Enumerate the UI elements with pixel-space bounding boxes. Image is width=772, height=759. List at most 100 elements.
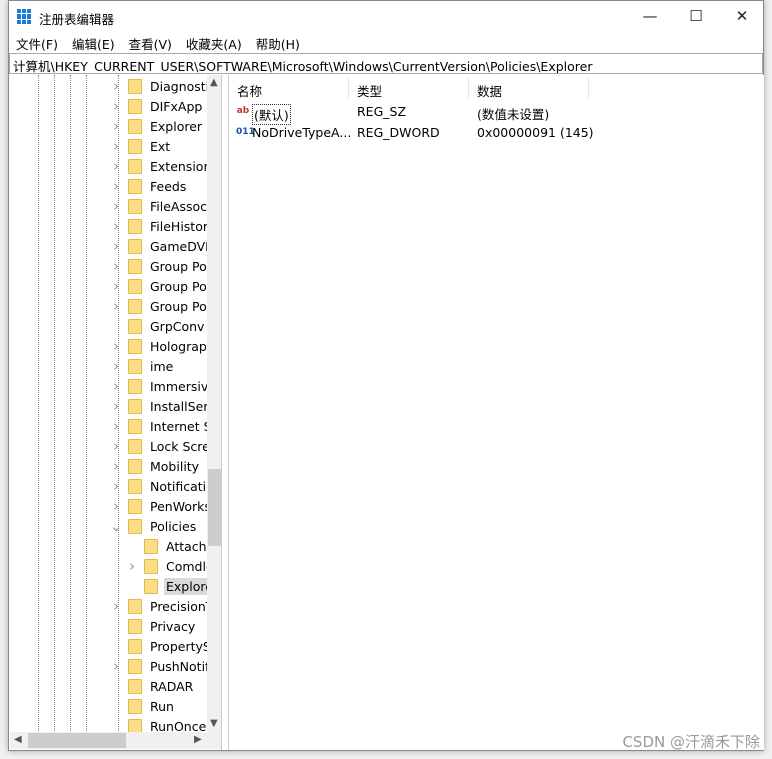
tree-node[interactable]: › DIFxApp [110, 96, 204, 116]
menu-file[interactable]: 文件(F) [9, 31, 65, 52]
window-title: 注册表编辑器 [39, 12, 115, 27]
tree-node[interactable]: › InstallServ [110, 396, 218, 416]
tree-node[interactable]: › Notificatio [110, 476, 216, 496]
folder-icon [128, 278, 142, 294]
expand-chevron-icon[interactable]: › [110, 197, 122, 215]
expand-chevron-icon[interactable]: › [126, 557, 138, 575]
scroll-right-icon[interactable]: ▶ [194, 734, 202, 745]
expand-chevron-icon[interactable]: › [110, 297, 122, 315]
tree-node[interactable]: › PenWorks [110, 496, 213, 516]
expand-chevron-icon[interactable]: › [110, 237, 122, 255]
tree-node[interactable]: › Lock Scree [110, 436, 220, 456]
value-name: NoDriveTypeA... [252, 125, 352, 140]
scroll-up-icon[interactable]: ▲ [210, 77, 218, 88]
expand-chevron-icon[interactable]: › [110, 657, 122, 675]
tree-node[interactable]: › Group Pol [110, 296, 212, 316]
expand-chevron-icon[interactable]: › [110, 277, 122, 295]
tree-node-label: PushNotifi [150, 658, 213, 674]
folder-icon [128, 358, 142, 374]
expand-chevron-icon[interactable]: › [110, 357, 122, 375]
value-type: REG_SZ [357, 104, 407, 119]
tree-node[interactable]: › Extensions [110, 156, 220, 176]
expand-chevron-icon[interactable]: › [110, 177, 122, 195]
expand-chevron-icon[interactable]: › [110, 77, 122, 95]
tree-node[interactable]: › Comdlg [126, 556, 216, 576]
tree-node[interactable]: › Internet Se [110, 416, 221, 436]
close-button[interactable]: ✕ [719, 1, 765, 31]
minimize-button[interactable]: — [627, 1, 673, 31]
tree-node[interactable]: › GameDVR [110, 236, 216, 256]
expand-chevron-icon[interactable]: › [110, 337, 122, 355]
scroll-left-icon[interactable]: ◀ [14, 734, 22, 745]
scroll-down-icon[interactable]: ▼ [210, 718, 218, 729]
column-header-data[interactable]: 数据 [469, 77, 589, 99]
expand-chevron-icon[interactable]: › [110, 397, 122, 415]
expand-chevron-icon[interactable]: › [110, 417, 122, 435]
tree-node[interactable]: › PushNotifi [110, 656, 215, 676]
folder-icon [128, 458, 142, 474]
value-row[interactable]: ab (默认) REG_SZ (数值未设置) [229, 102, 629, 125]
tree-node[interactable]: › Holograph [110, 336, 217, 356]
maximize-button[interactable]: ☐ [673, 1, 719, 31]
expand-chevron-icon[interactable]: ⌄ [110, 517, 123, 535]
menu-bar: 文件(F) 编辑(E) 查看(V) 收藏夹(A) 帮助(H) [9, 31, 763, 52]
folder-icon [128, 698, 142, 714]
folder-icon [128, 138, 142, 154]
expand-chevron-icon[interactable]: › [110, 157, 122, 175]
expand-chevron-icon[interactable]: › [110, 597, 122, 615]
expand-chevron-icon[interactable]: › [110, 137, 122, 155]
tree-node[interactable]: › Explorer [110, 116, 204, 136]
tree-node-label: Policies [150, 518, 197, 534]
tree-node[interactable]: PropertySy [110, 636, 220, 656]
menu-edit[interactable]: 编辑(E) [65, 31, 122, 52]
folder-icon [128, 598, 142, 614]
tree-node-label: PrecisionT [150, 598, 214, 614]
folder-icon [128, 198, 142, 214]
tree-node-label: Run [150, 698, 174, 714]
expand-chevron-icon[interactable]: › [110, 117, 122, 135]
folder-icon [144, 558, 158, 574]
value-row[interactable]: 011 NoDriveTypeA... REG_DWORD 0x00000091… [229, 123, 629, 143]
column-header-name[interactable]: 名称 [229, 77, 349, 99]
expand-chevron-icon[interactable]: › [110, 497, 122, 515]
tree-node[interactable]: › Group Pol [110, 276, 212, 296]
tree-node[interactable]: › Mobility [110, 456, 201, 476]
expand-chevron-icon[interactable]: › [110, 257, 122, 275]
column-header-type[interactable]: 类型 [349, 77, 469, 99]
expand-chevron-icon[interactable]: › [110, 217, 122, 235]
tree-vertical-scroll-thumb[interactable] [208, 469, 221, 546]
menu-view[interactable]: 查看(V) [122, 31, 179, 52]
folder-icon [128, 518, 142, 534]
tree-node[interactable]: › FileHistory [110, 216, 217, 236]
tree-node[interactable]: Run [110, 696, 176, 716]
tree-node[interactable]: Explore [126, 576, 215, 596]
tree-horizontal-scrollbar[interactable]: ◀ ▶ [10, 732, 221, 749]
tree-node[interactable]: › Immersive [110, 376, 218, 396]
expand-chevron-icon[interactable]: › [110, 437, 122, 455]
tree-node[interactable]: › PrecisionT [110, 596, 215, 616]
menu-favorites[interactable]: 收藏夹(A) [179, 31, 249, 52]
tree-node[interactable]: › ime [110, 356, 175, 376]
expand-chevron-icon[interactable]: › [110, 97, 122, 115]
menu-help[interactable]: 帮助(H) [249, 31, 307, 52]
tree-node[interactable]: Privacy [110, 616, 197, 636]
tree-horizontal-scroll-thumb[interactable] [28, 733, 126, 748]
folder-icon [128, 178, 142, 194]
dword-value-icon: 011 [236, 127, 255, 137]
tree-node[interactable]: › Diagnostic [110, 76, 218, 96]
tree-node[interactable]: › FileAssocia [110, 196, 220, 216]
tree-vertical-scrollbar[interactable]: ▲ ▼ [207, 75, 221, 732]
expand-chevron-icon[interactable]: › [110, 477, 122, 495]
tree-node-label: GrpConv [150, 318, 205, 334]
tree-node[interactable]: › Group Pol [110, 256, 212, 276]
tree-node[interactable]: RADAR [110, 676, 195, 696]
tree-node-label: Ext [150, 138, 171, 154]
address-bar[interactable]: 计算机\HKEY_CURRENT_USER\SOFTWARE\Microsoft… [9, 53, 763, 74]
expand-chevron-icon[interactable]: › [110, 457, 122, 475]
tree-node[interactable]: ⌄ Policies [110, 516, 198, 536]
tree-node[interactable]: › Ext [110, 136, 172, 156]
expand-chevron-icon[interactable]: › [110, 377, 122, 395]
folder-icon [128, 158, 142, 174]
tree-node[interactable]: › Feeds [110, 176, 188, 196]
tree-node[interactable]: GrpConv [110, 316, 206, 336]
